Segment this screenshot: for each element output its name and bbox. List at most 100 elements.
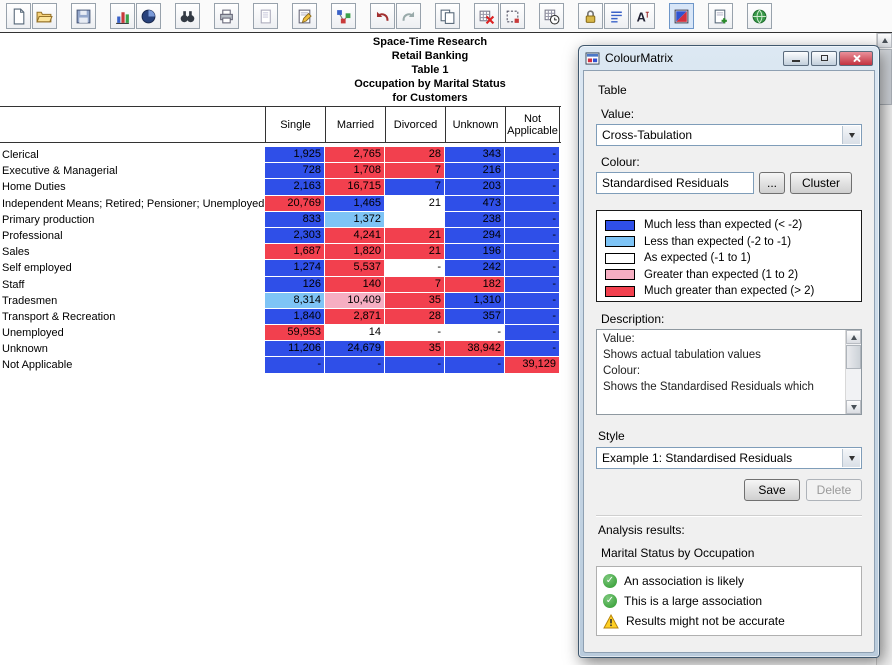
open-button[interactable] xyxy=(32,3,57,29)
table-cell[interactable]: 35 xyxy=(385,341,445,357)
row-label[interactable]: Sales xyxy=(0,244,265,260)
table-cell[interactable]: - xyxy=(445,325,505,341)
minimize-button[interactable] xyxy=(783,51,809,66)
table-cell[interactable]: 7 xyxy=(385,163,445,179)
scroll-up-button[interactable] xyxy=(877,33,892,48)
table-cell[interactable]: - xyxy=(385,357,445,373)
table-cell[interactable]: 238 xyxy=(445,212,505,228)
row-label[interactable]: Tradesmen xyxy=(0,293,265,309)
table-cell[interactable]: 38,942 xyxy=(445,341,505,357)
cluster-button[interactable]: Cluster xyxy=(790,172,852,194)
row-label[interactable]: Clerical xyxy=(0,147,265,163)
table-cell[interactable]: - xyxy=(445,357,505,373)
table-cell[interactable]: 728 xyxy=(265,163,325,179)
table-cell[interactable]: 140 xyxy=(325,277,385,293)
value-dropdown[interactable]: Cross-Tabulation xyxy=(596,124,862,146)
dropdown-button[interactable] xyxy=(842,126,860,144)
table-cell[interactable]: 16,715 xyxy=(325,179,385,195)
table-cell[interactable]: 1,708 xyxy=(325,163,385,179)
table-cell[interactable]: 11,206 xyxy=(265,341,325,357)
row-label[interactable]: Transport & Recreation xyxy=(0,309,265,325)
table-cell[interactable]: 833 xyxy=(265,212,325,228)
maximize-button[interactable] xyxy=(811,51,837,66)
colour-input[interactable]: Standardised Residuals xyxy=(596,172,754,194)
row-label[interactable]: Unknown xyxy=(0,341,265,357)
table-cell[interactable]: 14 xyxy=(325,325,385,341)
row-label[interactable]: Professional xyxy=(0,228,265,244)
table-cell[interactable]: 4,241 xyxy=(325,228,385,244)
redo-button[interactable] xyxy=(396,3,421,29)
copy-button[interactable] xyxy=(435,3,460,29)
table-cell[interactable]: - xyxy=(385,325,445,341)
font-button[interactable]: A xyxy=(630,3,655,29)
table-cell[interactable]: - xyxy=(505,196,560,212)
new-button[interactable] xyxy=(6,3,31,29)
table-cell[interactable]: 1,925 xyxy=(265,147,325,163)
table-cell[interactable]: - xyxy=(505,244,560,260)
table-cell[interactable]: 21 xyxy=(385,196,445,212)
table-cell[interactable]: 294 xyxy=(445,228,505,244)
column-header[interactable]: Not Applicable xyxy=(505,107,560,142)
table-cell[interactable]: - xyxy=(505,293,560,309)
table-cell[interactable]: 21 xyxy=(385,228,445,244)
table-cell[interactable]: 1,840 xyxy=(265,309,325,325)
table-cell[interactable]: 242 xyxy=(445,260,505,276)
print-preview-button[interactable] xyxy=(253,3,278,29)
row-label[interactable]: Home Duties xyxy=(0,179,265,195)
save-style-button[interactable]: Save xyxy=(744,479,800,501)
table-cell[interactable]: - xyxy=(265,357,325,373)
table-cell[interactable]: - xyxy=(505,309,560,325)
delete-table-button[interactable] xyxy=(474,3,499,29)
table-cell[interactable]: 1,274 xyxy=(265,260,325,276)
table-cell[interactable]: 196 xyxy=(445,244,505,260)
table-cell[interactable]: - xyxy=(505,341,560,357)
table-cell[interactable]: - xyxy=(505,163,560,179)
table-cell[interactable]: 39,129 xyxy=(505,357,560,373)
scroll-down-button[interactable] xyxy=(846,400,861,414)
table-cell[interactable]: 1,687 xyxy=(265,244,325,260)
derive-button[interactable] xyxy=(331,3,356,29)
dialog-titlebar[interactable]: ColourMatrix xyxy=(579,46,879,70)
add-note-button[interactable] xyxy=(708,3,733,29)
table-cell[interactable]: - xyxy=(505,325,560,341)
select-region-button[interactable] xyxy=(500,3,525,29)
column-header[interactable]: Unknown xyxy=(445,107,505,142)
table-cell[interactable]: 24,679 xyxy=(325,341,385,357)
table-cell[interactable]: 2,765 xyxy=(325,147,385,163)
browse-button[interactable]: ... xyxy=(759,172,785,194)
table-cell[interactable]: 28 xyxy=(385,147,445,163)
colour-matrix-button[interactable] xyxy=(669,3,694,29)
row-label[interactable]: Executive & Managerial xyxy=(0,163,265,179)
description-scrollbar[interactable] xyxy=(845,330,861,414)
edit-button[interactable] xyxy=(292,3,317,29)
table-cell[interactable]: 10,409 xyxy=(325,293,385,309)
lock-button[interactable] xyxy=(578,3,603,29)
table-cell[interactable]: 7 xyxy=(385,179,445,195)
table-cell[interactable]: 28 xyxy=(385,309,445,325)
history-button[interactable] xyxy=(539,3,564,29)
web-button[interactable] xyxy=(747,3,772,29)
table-cell[interactable]: 2,303 xyxy=(265,228,325,244)
table-cell[interactable]: 1,310 xyxy=(445,293,505,309)
row-label[interactable]: Self employed xyxy=(0,260,265,276)
chart-button[interactable] xyxy=(110,3,135,29)
table-cell[interactable]: - xyxy=(505,260,560,276)
pie-chart-button[interactable] xyxy=(136,3,161,29)
scroll-up-button[interactable] xyxy=(846,330,861,344)
table-cell[interactable]: 1,372 xyxy=(325,212,385,228)
table-cell[interactable]: 7 xyxy=(385,277,445,293)
table-cell[interactable]: 21 xyxy=(385,244,445,260)
column-header[interactable]: Married xyxy=(325,107,385,142)
table-cell[interactable]: 473 xyxy=(445,196,505,212)
column-header[interactable]: Divorced xyxy=(385,107,445,142)
find-button[interactable] xyxy=(175,3,200,29)
table-cell[interactable]: - xyxy=(325,357,385,373)
table-cell[interactable]: 5,537 xyxy=(325,260,385,276)
table-cell[interactable]: 1,465 xyxy=(325,196,385,212)
table-cell[interactable]: - xyxy=(505,179,560,195)
row-label[interactable]: Staff xyxy=(0,277,265,293)
close-button[interactable] xyxy=(839,51,873,66)
row-label[interactable]: Primary production xyxy=(0,212,265,228)
table-cell[interactable]: 59,953 xyxy=(265,325,325,341)
scrollbar-thumb[interactable] xyxy=(846,345,861,369)
